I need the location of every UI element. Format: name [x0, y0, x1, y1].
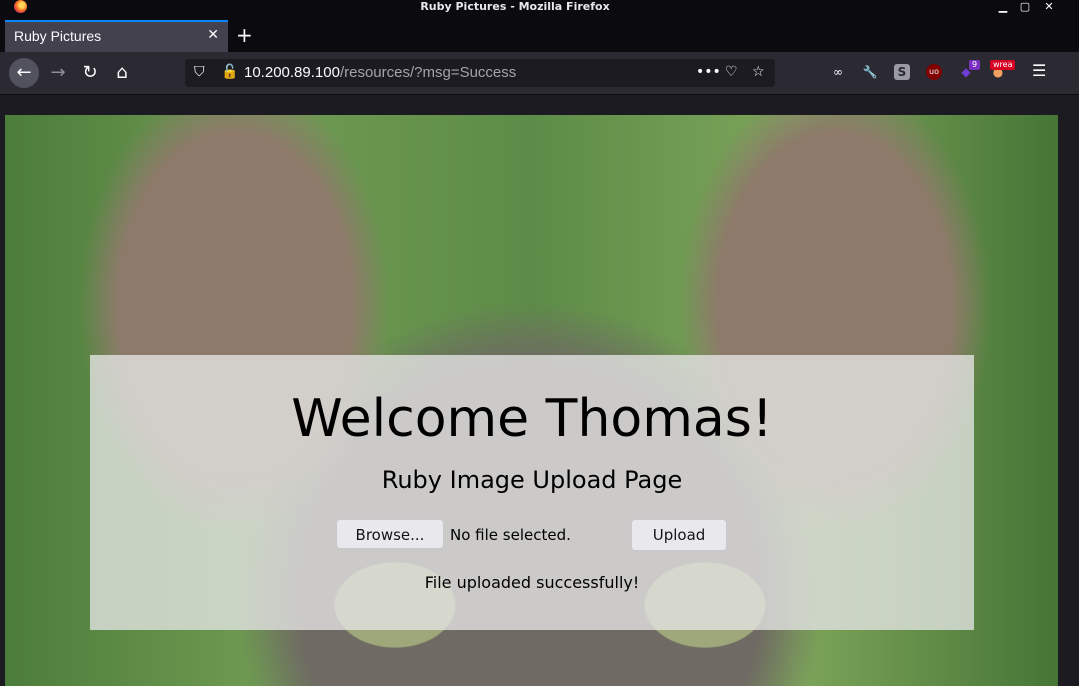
window-titlebar: Ruby Pictures - Mozilla Firefox ▁ ▢ ✕ [0, 0, 1079, 14]
url-path: /resources/?msg=Success [339, 64, 517, 81]
navigation-toolbar: ← → ↻ ⌂ ⛉ 🔓 10.200.89.100/resources/?msg… [0, 52, 1079, 95]
s-extension-icon[interactable]: S [894, 64, 910, 80]
maximize-button[interactable]: ▢ [1016, 0, 1034, 13]
new-tab-button[interactable]: + [236, 24, 253, 46]
ublock-icon[interactable]: uo [926, 64, 942, 80]
forward-button[interactable]: → [43, 58, 73, 88]
upload-success-message: File uploaded successfully! [424, 573, 640, 592]
private-mask-icon[interactable]: ∞ [830, 64, 846, 80]
menu-hamburger-icon[interactable]: ☰ [1032, 61, 1046, 80]
url-bar[interactable]: ⛉ 🔓 10.200.89.100/resources/?msg=Success… [185, 59, 775, 87]
url-text[interactable]: 10.200.89.100/resources/?msg=Success [244, 64, 516, 81]
back-button[interactable]: ← [9, 58, 39, 88]
close-window-button[interactable]: ✕ [1040, 0, 1058, 13]
tracking-shield-icon[interactable]: ⛉ [194, 64, 205, 80]
minimize-button[interactable]: ▁ [994, 0, 1012, 13]
page-content: Welcome Thomas! Ruby Image Upload Page B… [5, 115, 1058, 686]
tab-ruby-pictures[interactable]: Ruby Pictures ✕ [5, 20, 228, 52]
tab-bar: Ruby Pictures ✕ + [0, 14, 1079, 52]
insecure-lock-icon[interactable]: 🔓 [221, 64, 238, 80]
home-button[interactable]: ⌂ [107, 58, 137, 88]
browse-file-button[interactable]: Browse... [336, 519, 444, 549]
page-actions-icon[interactable]: ••• [696, 64, 721, 80]
window-title: Ruby Pictures - Mozilla Firefox [420, 0, 610, 13]
upload-button[interactable]: Upload [631, 519, 727, 551]
url-host: 10.200.89.100 [244, 64, 340, 81]
pocket-icon[interactable]: ♡ [725, 64, 738, 80]
page-heading: Welcome Thomas! [291, 389, 773, 449]
extension-badge-count: 9 [969, 60, 981, 70]
upload-panel: Welcome Thomas! Ruby Image Upload Page B… [90, 355, 974, 630]
bookmark-star-icon[interactable]: ☆ [752, 64, 765, 80]
tab-close-icon[interactable]: ✕ [207, 27, 219, 43]
page-subheading: Ruby Image Upload Page [381, 466, 683, 494]
wrea-badge: wrea [990, 60, 1016, 70]
reload-button[interactable]: ↻ [75, 58, 105, 88]
wrench-icon[interactable]: 🔧 [862, 64, 878, 80]
tab-label: Ruby Pictures [14, 28, 102, 44]
file-status-text: No file selected. [450, 526, 571, 544]
